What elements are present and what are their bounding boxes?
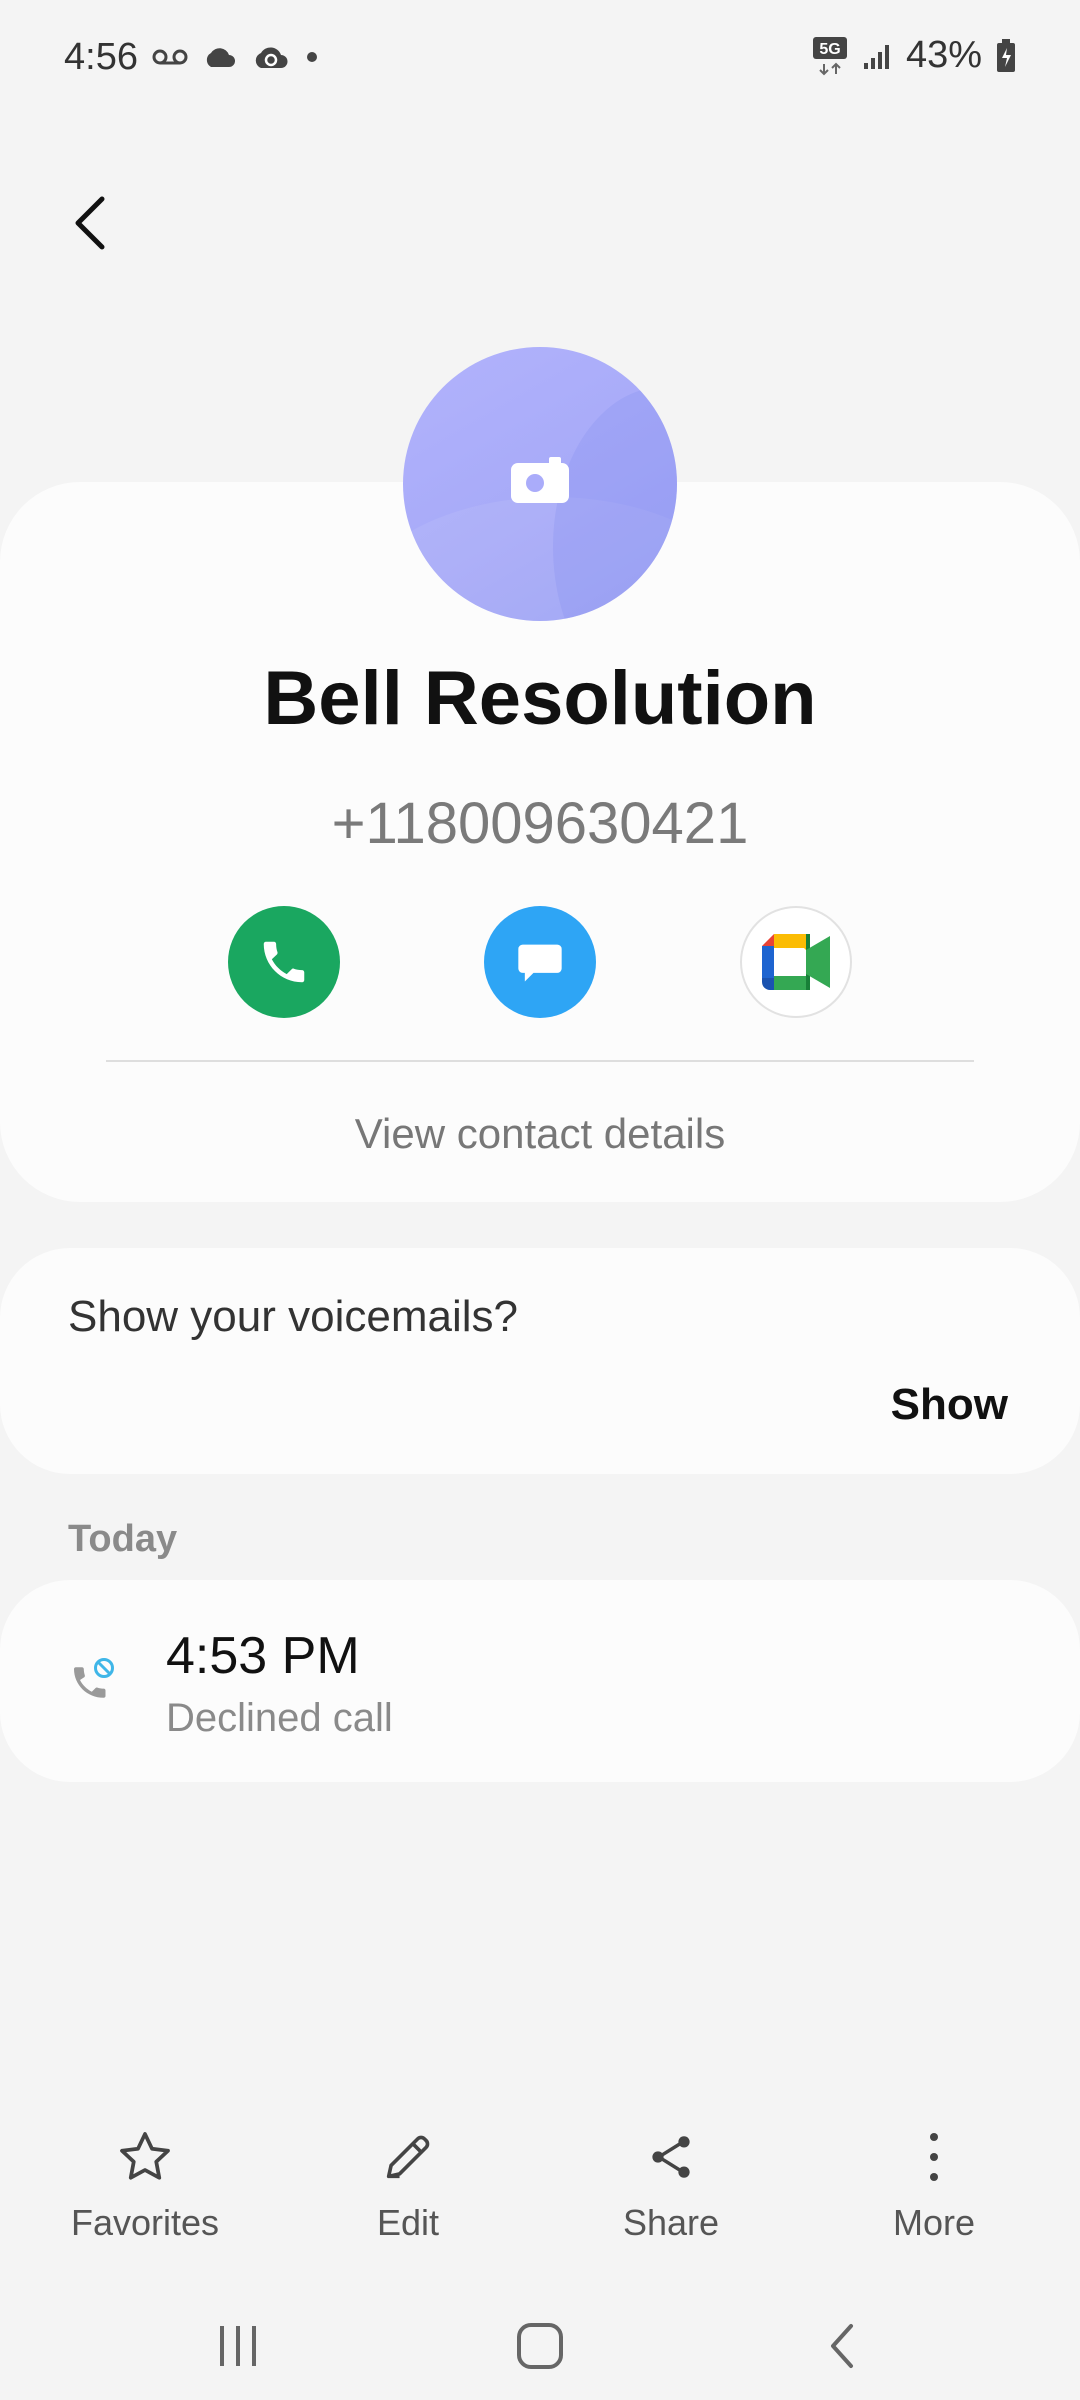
home-icon [517,2323,563,2369]
dot-icon [307,52,317,62]
more-label: More [892,2202,976,2243]
divider [106,1060,974,1062]
system-nav-bar [0,2290,1080,2400]
share-button[interactable]: Share [571,2120,771,2244]
message-icon [518,944,562,982]
voicemail-prompt: Show your voicemails? [68,1292,518,1341]
more-vertical-icon [930,2133,938,2181]
share-icon [652,2136,690,2178]
pencil-icon [386,2135,430,2179]
more-button[interactable]: More [834,2120,1034,2244]
video-call-button[interactable] [740,906,852,1018]
back-chevron-icon [831,2324,853,2368]
call-time: 4:53 PM [166,1627,360,1685]
call-status: Declined call [166,1696,393,1740]
home-button[interactable] [490,2306,590,2386]
voicemail-card: Show your voicemails? Show [0,1248,1080,1474]
status-bar: 4:56 5G 43% [0,0,1080,120]
message-button[interactable] [484,906,596,1018]
contact-number: +118009630421 [331,791,749,856]
network-5g-icon: 5G [812,36,847,75]
view-contact-details-link[interactable]: View contact details [0,1110,1080,1158]
notification-icons [152,44,320,70]
favorites-button[interactable]: Favorites [45,2120,245,2244]
recent-apps-button[interactable] [188,2306,288,2386]
edit-button[interactable]: Edit [308,2120,508,2244]
star-icon [120,2132,170,2180]
contact-avatar[interactable] [403,347,677,621]
bottom-action-bar: Favorites Edit Share More [0,2120,1080,2260]
favorites-label: Favorites [70,2202,220,2243]
cloud-icon [206,48,235,67]
phone-icon [263,941,305,983]
share-label: Share [622,2202,720,2243]
back-arrow-icon [75,196,105,250]
contact-name: Bell Resolution [263,656,817,741]
status-right: 5G 43% [812,34,1016,77]
declined-call-icon [74,1658,114,1698]
system-back-button[interactable] [792,2306,892,2386]
history-section-label: Today [68,1518,178,1560]
battery-charging-icon [997,38,1015,72]
call-button[interactable] [228,906,340,1018]
google-meet-icon [762,934,830,990]
back-button[interactable] [60,188,120,258]
battery-percent: 43% [905,34,982,76]
signal-icon [863,44,889,69]
voicemail-icon [152,49,188,65]
network-type-label: 5G [819,41,840,58]
edit-label: Edit [376,2202,440,2243]
status-time: 4:56 [64,36,138,78]
call-log-entry[interactable]: 4:53 PM Declined call [0,1580,1080,1782]
show-voicemails-button[interactable]: Show [891,1380,1008,1430]
contact-call-log-screen: 4:56 5G 43% Bell Resolution +11800963042… [0,0,1080,2400]
cloud-sync-icon [255,47,288,68]
camera-icon [511,457,569,503]
recent-apps-icon [220,2326,256,2366]
